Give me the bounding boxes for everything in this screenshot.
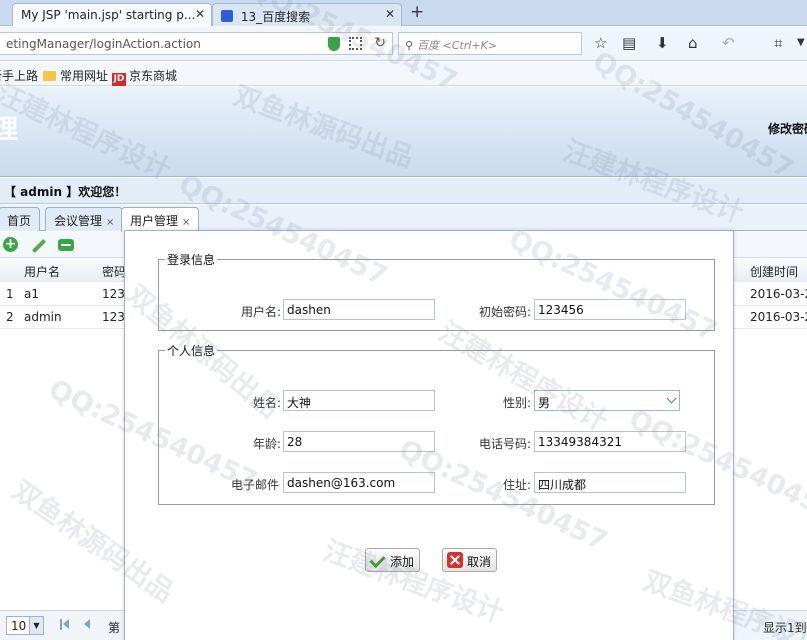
password-field[interactable]: 123456 (534, 299, 686, 320)
app-logo: 理 (0, 115, 19, 145)
age-field[interactable]: 28 (283, 431, 435, 452)
qr-code-icon[interactable] (349, 37, 362, 50)
app-header: 理 修改密码 (0, 87, 807, 177)
page-prefix: 第 (108, 621, 121, 635)
navigation-bar: etingManager/loginAction.action ↻ ⚲ 百度 <C… (0, 27, 807, 61)
cell-username: a1 (24, 287, 39, 301)
bookmarks-bar: 新手上路 常用网址 JD京东商城 (0, 62, 807, 86)
cell-created: 2016-03-24 (750, 310, 807, 324)
add-button-label: 添加 (390, 555, 415, 569)
column-header[interactable]: 密码 (102, 263, 126, 280)
cell-username: admin (24, 310, 62, 324)
browser-tab-baidu[interactable]: 13_百度搜索 ✕ (212, 3, 402, 26)
chevron-down-icon[interactable]: ▼ (29, 617, 43, 634)
chevron-down-icon[interactable] (666, 393, 677, 404)
remove-icon[interactable] (58, 239, 74, 251)
first-page-icon[interactable] (60, 619, 69, 630)
chevron-down-icon[interactable]: ▼ (797, 37, 805, 48)
phone-field[interactable]: 13349384321 (534, 431, 686, 452)
tab-user-management[interactable]: 用户管理 × (121, 207, 200, 232)
username-field[interactable]: dashen (283, 299, 435, 320)
add-icon[interactable]: + (3, 237, 18, 252)
tab-label: 用户管理 (130, 214, 179, 228)
column-header[interactable]: 创建时间 (750, 263, 798, 280)
tab-label: 会议管理 (54, 214, 103, 228)
tab-meeting-management[interactable]: 会议管理 × (45, 207, 124, 231)
phone-label: 电话号码: (478, 437, 531, 451)
gender-label: 性别: (502, 396, 531, 410)
browser-tab-title: My JSP 'main.jsp' starting p... (21, 8, 196, 22)
address-label: 住址: (502, 478, 531, 492)
browser-tab-main[interactable]: My JSP 'main.jsp' starting p... ✕ (12, 3, 212, 26)
name-label: 姓名: (252, 396, 281, 410)
browser-tab-bar: My JSP 'main.jsp' starting p... ✕ 13_百度搜… (0, 0, 807, 26)
pagination-info: 显示1到2 (763, 621, 807, 635)
cancel-button[interactable]: 取消 (442, 548, 498, 572)
tab-label: 首页 (7, 214, 32, 228)
reading-list-icon[interactable]: ▤ (622, 34, 636, 52)
bookmark-label: 京东商城 (129, 69, 178, 83)
cell-password: 123 (102, 310, 125, 324)
close-icon[interactable]: × (106, 217, 114, 228)
page-size-value: 10 (11, 619, 27, 633)
star-icon[interactable]: ☆ (594, 34, 607, 52)
bookmark-item[interactable]: 新手上路 (0, 67, 38, 84)
search-placeholder: 百度 <Ctrl+K> (417, 39, 497, 52)
folder-icon (43, 71, 56, 81)
cancel-icon (447, 552, 463, 568)
personal-info-legend: 个人信息 (167, 344, 216, 358)
name-field[interactable]: 大神 (283, 390, 435, 411)
search-input[interactable]: ⚲ 百度 <Ctrl+K> (398, 32, 582, 55)
app-tabs: 首页 会议管理 × 用户管理 × (0, 205, 807, 232)
add-user-dialog: 登录信息 个人信息 用户名: dashen 初始密码: 123456 姓名: 大… (124, 230, 734, 640)
browser-tab-title: 13_百度搜索 (240, 10, 311, 24)
login-info-legend: 登录信息 (167, 253, 216, 267)
checkmark-icon (370, 552, 386, 568)
tab-home[interactable]: 首页 (0, 207, 41, 231)
edit-icon[interactable] (31, 238, 47, 254)
cancel-button-label: 取消 (467, 555, 492, 569)
new-tab-button[interactable]: + (410, 2, 424, 22)
address-field[interactable]: 四川成都 (534, 472, 686, 493)
bookmark-label: 常用网址 (60, 69, 109, 83)
gender-value: 男 (538, 396, 551, 410)
cell-password: 123 (102, 287, 125, 301)
shield-icon[interactable] (328, 37, 340, 51)
bookmark-item[interactable]: 常用网址 (43, 67, 108, 84)
welcome-bar: 【 admin 】欢迎您！ (0, 178, 807, 204)
email-field[interactable]: dashen@163.com (283, 472, 435, 493)
reload-icon[interactable]: ↻ (374, 35, 386, 51)
close-icon[interactable]: ✕ (385, 7, 395, 21)
page-size-select[interactable]: 10 ▼ (6, 616, 44, 635)
welcome-text: 【 admin 】欢迎您！ (4, 185, 127, 199)
close-icon[interactable]: ✕ (195, 7, 205, 21)
column-header[interactable]: 用户名 (24, 263, 60, 280)
gender-select[interactable]: 男 (534, 390, 680, 411)
age-label: 年龄: (252, 437, 281, 451)
home-icon[interactable]: ⌂ (688, 34, 698, 52)
crop-icon[interactable]: ⌗ (774, 34, 782, 52)
undo-icon[interactable]: ↶ (722, 34, 735, 52)
cell-created: 2016-03-24 (750, 287, 807, 301)
username-label: 用户名: (240, 305, 281, 319)
search-icon: ⚲ (405, 39, 414, 52)
download-icon[interactable]: ⬇ (656, 34, 669, 52)
bookmark-label: 新手上路 (0, 69, 39, 83)
password-label: 初始密码: (478, 305, 531, 319)
address-bar[interactable]: etingManager/loginAction.action ↻ (0, 32, 393, 55)
jd-icon: JD (112, 73, 126, 86)
baidu-icon (221, 10, 233, 22)
change-password-link[interactable]: 修改密码 (768, 120, 807, 137)
address-text: etingManager/loginAction.action (6, 37, 201, 51)
previous-page-icon[interactable] (84, 619, 90, 629)
close-icon[interactable]: × (182, 217, 190, 228)
row-number: 1 (6, 287, 14, 301)
email-label: 电子邮件 (230, 478, 279, 492)
row-number: 2 (6, 310, 14, 324)
add-button[interactable]: 添加 (365, 548, 421, 572)
bookmark-item[interactable]: JD 京东商城 (112, 67, 177, 86)
